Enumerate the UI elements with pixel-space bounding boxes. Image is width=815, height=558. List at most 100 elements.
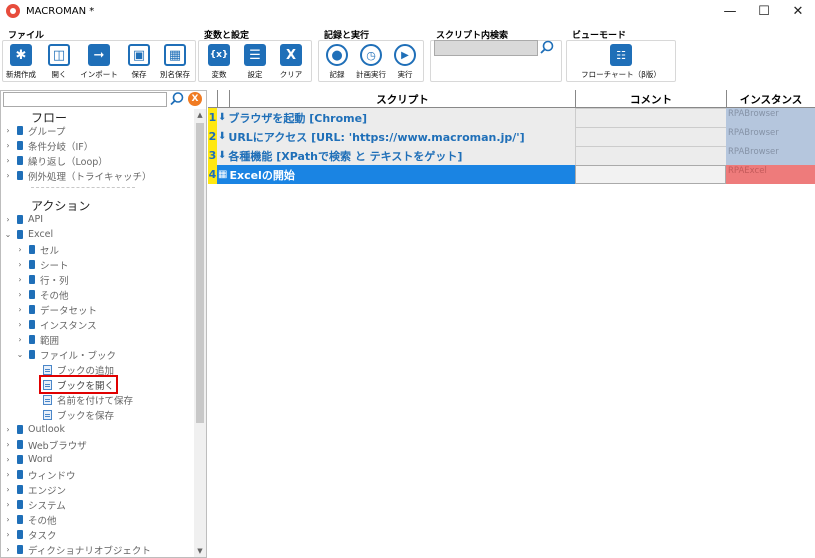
scheduled-run-button[interactable]: ◷ 計画実行 — [352, 42, 390, 82]
tree-item-excel-range[interactable]: › 範囲 — [15, 332, 59, 347]
tree-clear-icon[interactable]: X — [188, 92, 202, 106]
instance-cell[interactable]: RPAExcel — [726, 165, 815, 184]
search-icon[interactable] — [539, 40, 555, 56]
comment-cell[interactable] — [575, 127, 726, 146]
tree-item-excel-instance[interactable]: › インスタンス — [15, 317, 97, 332]
clear-button[interactable]: X クリア — [272, 42, 310, 82]
instance-cell[interactable]: RPABrowser — [726, 108, 815, 127]
tree-item-excel[interactable]: ⌄ Excel — [3, 227, 54, 242]
grid-header: スクリプト コメント インスタンス — [208, 90, 815, 108]
scroll-down-icon[interactable]: ▼ — [194, 545, 206, 557]
tree-item-if[interactable]: › 条件分岐（IF） — [3, 138, 93, 153]
import-arrow-icon: ➞ — [88, 44, 110, 66]
tree-item-web-browser[interactable]: › Webブラウザ — [3, 437, 87, 452]
chevron-right-icon: › — [18, 320, 22, 329]
variable-braces-icon: {x} — [208, 44, 230, 66]
row-number: 2 — [208, 127, 217, 146]
action-doc-icon — [43, 394, 52, 405]
clear-x-icon: X — [280, 44, 302, 66]
close-button[interactable]: ✕ — [781, 0, 815, 22]
tree-item-save-as-book[interactable]: 名前を付けて保存 — [43, 392, 133, 407]
save-as-button[interactable]: ▦ 別名保存 — [156, 42, 194, 82]
tree-item-excel-sheet[interactable]: › シート — [15, 257, 69, 272]
tree-item-task[interactable]: › タスク — [3, 527, 57, 542]
script-cell[interactable]: ▦ Excelの開始 — [217, 165, 575, 184]
flowchart-view-button[interactable]: ☷ フローチャート（β版） — [580, 42, 662, 82]
book-icon — [17, 515, 23, 524]
section-divider — [31, 187, 135, 188]
book-icon — [17, 455, 23, 464]
chevron-right-icon: › — [6, 440, 10, 449]
scroll-up-icon[interactable]: ▲ — [194, 109, 206, 121]
save-button[interactable]: ▣ 保存 — [120, 42, 158, 82]
save-disk-icon: ▣ — [128, 44, 150, 66]
step-arrow-icon: ⬇ — [218, 112, 227, 123]
chevron-right-icon: › — [6, 156, 10, 165]
book-icon — [17, 470, 23, 479]
new-file-icon: ✱ — [10, 44, 32, 66]
step-arrow-icon: ⬇ — [218, 131, 227, 142]
minimize-button[interactable]: — — [713, 0, 747, 22]
tree-item-excel-dataset[interactable]: › データセット — [15, 302, 97, 317]
tree-item-excel-file-book[interactable]: ⌄ ファイル・ブック — [15, 347, 116, 362]
script-cell[interactable]: ⬇ ブラウザを起動 [Chrome] — [217, 108, 575, 127]
book-icon — [17, 230, 23, 239]
book-icon — [17, 485, 23, 494]
row-number: 1 — [208, 108, 217, 127]
chevron-right-icon: › — [6, 500, 10, 509]
tree-item-system[interactable]: › システム — [3, 497, 66, 512]
maximize-button[interactable]: ☐ — [747, 0, 781, 22]
tree-search-icon[interactable] — [169, 91, 185, 107]
tree-scrollbar[interactable]: ▲ ▼ — [194, 109, 206, 557]
chevron-right-icon: › — [18, 275, 22, 284]
tree-search-input[interactable] — [3, 92, 167, 107]
table-row[interactable]: 1 ⬇ ブラウザを起動 [Chrome] RPABrowser — [208, 108, 815, 127]
tree-item-window[interactable]: › ウィンドウ — [3, 467, 76, 482]
new-button[interactable]: ✱ 新規作成 — [2, 42, 40, 82]
tree-item-try-catch[interactable]: › 例外処理（トライキャッチ） — [3, 168, 152, 183]
chevron-right-icon: › — [6, 515, 10, 524]
chevron-right-icon: › — [6, 485, 10, 494]
book-icon — [29, 260, 35, 269]
instance-cell[interactable]: RPABrowser — [726, 146, 815, 165]
comment-cell[interactable] — [575, 108, 726, 127]
open-button[interactable]: ◫ 開く — [40, 42, 78, 82]
script-search-input[interactable] — [434, 40, 538, 56]
instance-cell[interactable]: RPABrowser — [726, 127, 815, 146]
action-doc-icon — [43, 379, 52, 390]
header-comment[interactable]: コメント — [575, 90, 726, 108]
table-row[interactable]: 2 ⬇ URLにアクセス [URL: 'https://www.macroman.… — [208, 127, 815, 146]
tree-item-loop[interactable]: › 繰り返し（Loop） — [3, 153, 108, 168]
book-icon — [17, 156, 23, 165]
script-cell[interactable]: ⬇ URLにアクセス [URL: 'https://www.macroman.jp… — [217, 127, 575, 146]
scrollbar-thumb[interactable] — [196, 123, 204, 423]
header-blank — [217, 90, 229, 108]
tree-item-api[interactable]: › API — [3, 212, 43, 227]
tree-item-engine[interactable]: › エンジン — [3, 482, 66, 497]
record-button[interactable]: ● 記録 — [318, 42, 356, 82]
chevron-right-icon: › — [6, 425, 10, 434]
tree-item-excel-row-col[interactable]: › 行・列 — [15, 272, 69, 287]
tree-item-excel-cell[interactable]: › セル — [15, 242, 59, 257]
tree-item-save-book[interactable]: ブックを保存 — [43, 407, 114, 422]
tree-item-word[interactable]: › Word — [3, 452, 52, 467]
tree-item-outlook[interactable]: › Outlook — [3, 422, 65, 437]
tree-item-excel-other[interactable]: › その他 — [15, 287, 69, 302]
table-row[interactable]: 3 ⬇ 各種機能 [XPathで検索 と テキストをゲット] RPABrowser — [208, 146, 815, 165]
chevron-right-icon: › — [6, 141, 10, 150]
import-button[interactable]: ➞ インポート — [78, 42, 120, 82]
chevron-right-icon: › — [6, 126, 10, 135]
ribbon-group-variables: 変数と設定 {x} 変数 ☰ 設定 X クリア — [198, 28, 312, 82]
variables-button[interactable]: {x} 変数 — [200, 42, 238, 82]
header-script[interactable]: スクリプト — [229, 90, 575, 108]
header-instance[interactable]: インスタンス — [726, 90, 815, 108]
comment-cell[interactable] — [575, 165, 726, 184]
run-button[interactable]: ▶ 実行 — [386, 42, 424, 82]
tree-item-dictionary-object[interactable]: › ディクショナリオブジェクト — [3, 542, 151, 557]
script-cell[interactable]: ⬇ 各種機能 [XPathで検索 と テキストをゲット] — [217, 146, 575, 165]
tree-item-group[interactable]: › グループ — [3, 123, 65, 138]
comment-cell[interactable] — [575, 146, 726, 165]
tree-item-other[interactable]: › その他 — [3, 512, 57, 527]
table-row-selected[interactable]: 4 ▦ Excelの開始 RPAExcel — [208, 165, 815, 184]
settings-button[interactable]: ☰ 設定 — [236, 42, 274, 82]
